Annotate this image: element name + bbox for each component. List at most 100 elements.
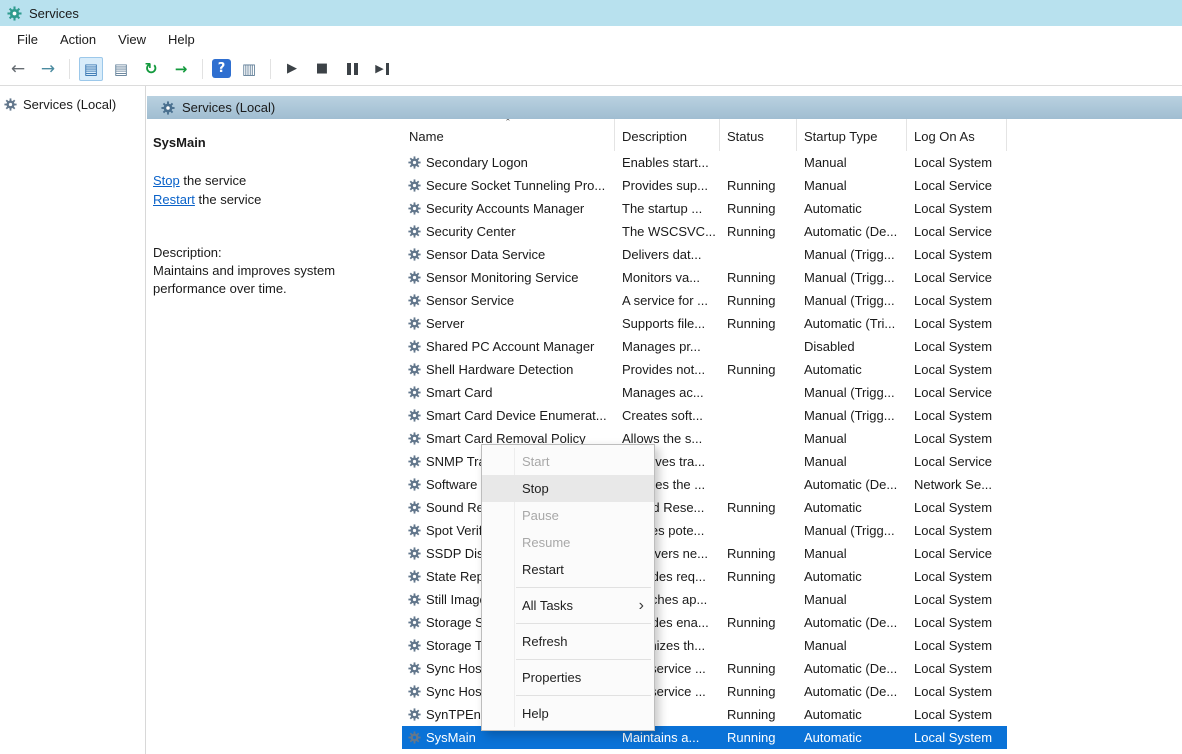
service-row[interactable]: System Event Notification S...Monit... (402, 749, 1007, 754)
service-status (720, 749, 797, 754)
service-logon: Local System (907, 611, 1007, 634)
service-gear-icon (408, 708, 421, 721)
help-icon[interactable]: ? (212, 59, 231, 78)
column-header-startup-type[interactable]: Startup Type (797, 119, 907, 151)
service-status: Running (720, 289, 797, 312)
service-desc: Enables start... (615, 151, 720, 174)
menu-help[interactable]: Help (157, 28, 206, 51)
column-header-log-on-as[interactable]: Log On As (907, 119, 1007, 151)
refresh-icon[interactable]: ↻ (139, 57, 163, 81)
service-status (720, 450, 797, 473)
service-name-cell: Smart Card (402, 381, 615, 404)
titlebar[interactable]: Services (0, 0, 1182, 26)
service-name-cell: Shell Hardware Detection (402, 358, 615, 381)
service-logon: Local Service (907, 381, 1007, 404)
back-icon[interactable]: ← (6, 57, 30, 81)
service-startup: Manual (Trigg... (797, 519, 907, 542)
service-name: Shared PC Account Manager (426, 339, 594, 354)
tree-item-services-local[interactable]: Services (Local) (0, 92, 145, 117)
service-startup: Manual (797, 634, 907, 657)
service-gear-icon (408, 731, 421, 744)
stop-service-link[interactable]: Stop (153, 173, 180, 188)
extended-view-icon[interactable]: ▥ (237, 57, 261, 81)
forward-icon[interactable]: → (36, 57, 60, 81)
context-menu-item-properties[interactable]: Properties (482, 664, 654, 691)
service-gear-icon (408, 386, 421, 399)
show-console-tree-icon[interactable]: ▤ (79, 57, 103, 81)
service-gear-icon (408, 639, 421, 652)
column-header-description[interactable]: Description (615, 119, 720, 151)
description-text: Maintains and improves system performanc… (153, 262, 365, 298)
service-logon: Local System (907, 588, 1007, 611)
service-logon: Local System (907, 680, 1007, 703)
service-gear-icon (408, 340, 421, 353)
service-status (720, 381, 797, 404)
service-logon: Local System (907, 703, 1007, 726)
service-gear-icon (408, 455, 421, 468)
service-status: Running (720, 358, 797, 381)
service-status: Running (720, 542, 797, 565)
service-row[interactable]: Security Accounts ManagerThe startup ...… (402, 197, 1007, 220)
service-row[interactable]: Secondary LogonEnables start...ManualLoc… (402, 151, 1007, 174)
service-status: Running (720, 657, 797, 680)
menu-action[interactable]: Action (49, 28, 107, 51)
restart-service-icon[interactable]: ▶ (370, 57, 394, 81)
context-menu-item-label: Stop (522, 481, 549, 496)
service-gear-icon (408, 616, 421, 629)
column-header-label: Name (409, 129, 444, 144)
service-row[interactable]: Security CenterThe WSCSVC...RunningAutom… (402, 220, 1007, 243)
service-status: Running (720, 611, 797, 634)
context-menu-item-label: Resume (522, 535, 570, 550)
service-row[interactable]: Sensor Monitoring ServiceMonitors va...R… (402, 266, 1007, 289)
results-pane: Services (Local) SysMain Stop the servic… (147, 86, 1182, 754)
results-header: Services (Local) (147, 96, 1182, 119)
service-startup: Automatic (De... (797, 611, 907, 634)
menu-file[interactable]: File (6, 28, 49, 51)
export-list-icon[interactable]: → (169, 57, 193, 81)
context-menu-item-help[interactable]: Help (482, 700, 654, 727)
service-gear-icon (408, 248, 421, 261)
service-row[interactable]: Sensor Data ServiceDelivers dat...Manual… (402, 243, 1007, 266)
service-row[interactable]: Shared PC Account ManagerManages pr...Di… (402, 335, 1007, 358)
stop-service-icon[interactable]: ■ (310, 57, 334, 81)
service-logon: Local System (907, 151, 1007, 174)
column-header-name[interactable]: Nameˆ (402, 119, 615, 151)
service-status (720, 634, 797, 657)
service-startup: Automatic (De... (797, 473, 907, 496)
service-row[interactable]: Smart Card Device Enumerat...Creates sof… (402, 404, 1007, 427)
toolbar-separator (270, 59, 271, 79)
context-menu-item-refresh[interactable]: Refresh (482, 628, 654, 655)
service-logon: Local System (907, 427, 1007, 450)
context-menu-item-label: Properties (522, 670, 581, 685)
restart-service-link[interactable]: Restart (153, 192, 195, 207)
service-row[interactable]: ServerSupports file...RunningAutomatic (… (402, 312, 1007, 335)
service-startup: Manual (Trigg... (797, 404, 907, 427)
context-menu-item-label: Help (522, 706, 549, 721)
menu-separator (516, 587, 651, 588)
service-logon: Local System (907, 289, 1007, 312)
service-row[interactable]: Smart CardManages ac...Manual (Trigg...L… (402, 381, 1007, 404)
pause-service-icon[interactable] (340, 57, 364, 81)
service-name-cell: Sensor Monitoring Service (402, 266, 615, 289)
service-logon: Local System (907, 657, 1007, 680)
menu-view[interactable]: View (107, 28, 157, 51)
context-menu-item-stop[interactable]: Stop (482, 475, 654, 502)
context-menu-item-label: Pause (522, 508, 559, 523)
service-name-cell: Sensor Data Service (402, 243, 615, 266)
service-row[interactable]: Shell Hardware DetectionProvides not...R… (402, 358, 1007, 381)
results-header-label: Services (Local) (182, 100, 275, 115)
menu-separator (516, 623, 651, 624)
service-gear-icon (408, 524, 421, 537)
context-menu-item-restart[interactable]: Restart (482, 556, 654, 583)
service-row[interactable]: Secure Socket Tunneling Pro...Provides s… (402, 174, 1007, 197)
context-menu-item-all-tasks[interactable]: All Tasks› (482, 592, 654, 619)
service-gear-icon (408, 432, 421, 445)
toolbar-separator (69, 59, 70, 79)
properties-icon[interactable]: ▤ (109, 57, 133, 81)
submenu-arrow-icon: › (639, 598, 644, 614)
service-gear-icon (408, 662, 421, 675)
service-name-cell: Server (402, 312, 615, 335)
start-service-icon[interactable]: ▶ (280, 57, 304, 81)
column-header-status[interactable]: Status (720, 119, 797, 151)
service-row[interactable]: Sensor ServiceA service for ...RunningMa… (402, 289, 1007, 312)
